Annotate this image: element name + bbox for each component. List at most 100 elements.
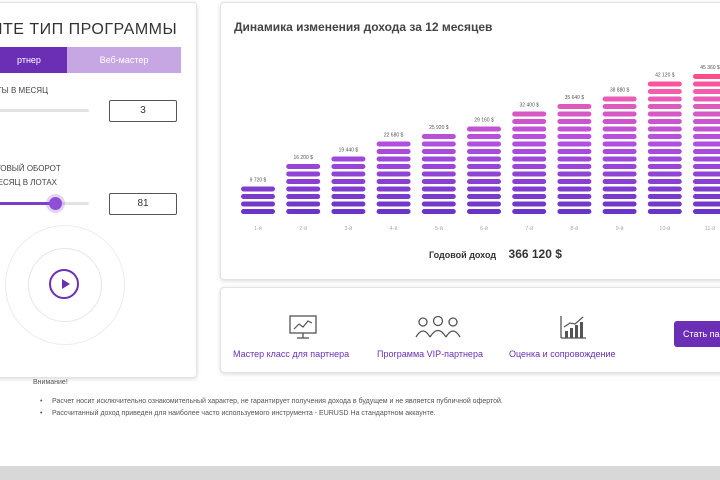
play-button[interactable] — [49, 269, 79, 299]
bar-stripe — [602, 171, 637, 177]
bar-stripe — [512, 141, 547, 147]
bar-stripe — [286, 209, 321, 214]
bar-stripe — [693, 164, 720, 169]
bar-stripe — [376, 186, 411, 192]
bar-stripe — [693, 111, 720, 117]
chart-screen-icon — [289, 315, 317, 339]
bar-month-7 — [512, 111, 547, 214]
bar-stripe — [557, 149, 592, 154]
bar-stripe — [421, 164, 456, 169]
bar-stripe — [602, 156, 637, 162]
annual-income-value: 366 120 $ — [508, 247, 562, 261]
bar-stripe — [331, 171, 366, 177]
bar-stripe — [693, 89, 720, 94]
bar-value-label: 9 720 $ — [250, 178, 267, 184]
bar-stripe — [376, 171, 411, 177]
bar-stripe — [557, 134, 592, 139]
clients-slider[interactable] — [0, 109, 89, 112]
bar-stripe — [467, 194, 501, 199]
bar-stripe — [693, 209, 720, 214]
bar-stripe — [647, 81, 682, 87]
page-footer-strip — [0, 466, 720, 480]
bar-stripe — [331, 179, 366, 184]
growth-chart-icon — [560, 316, 586, 339]
bar-stripe — [467, 179, 501, 184]
play-icon — [62, 279, 70, 289]
bar-stripe — [512, 179, 547, 184]
bar-stripe — [647, 209, 682, 214]
bar-stripe — [693, 74, 720, 79]
bar-stripe — [286, 186, 321, 192]
bar-stripe — [467, 156, 501, 162]
bar-stripe — [647, 186, 682, 192]
bar-stripe — [693, 171, 720, 177]
bar-stripe — [693, 149, 720, 154]
turnover-slider-fill — [0, 202, 55, 205]
bar-stripe — [602, 149, 637, 154]
bar-stripe — [647, 179, 682, 184]
bar-stripe — [512, 194, 547, 199]
bar-stripe — [331, 186, 366, 192]
income-bar-chart: 9 720 $ 1-й 16 200 $ 2-й 19 440 $ 3-й 22 680 $… — [241, 65, 720, 232]
bar-stripe — [241, 209, 275, 214]
become-partner-button[interactable]: Стать па — [674, 321, 720, 347]
bar-stripe — [693, 104, 720, 109]
bar-stripe — [647, 194, 682, 199]
note-item: Расчет носит исключительно ознакомительн… — [40, 396, 503, 408]
x-tick-label: 2-й — [299, 225, 307, 232]
bar-stripe — [421, 179, 456, 184]
notes-title: Внимание! — [33, 379, 68, 386]
feature-vip-program[interactable]: Программа VIP-партнера — [377, 349, 483, 359]
bar-stripe — [602, 141, 637, 147]
bar-stripe — [693, 194, 720, 199]
clients-value-input[interactable]: 3 — [109, 100, 177, 122]
bar-stripe — [512, 156, 547, 162]
bar-stripe — [467, 209, 501, 214]
x-tick-label: 8-й — [570, 225, 578, 232]
turnover-slider-knob[interactable] — [48, 197, 62, 210]
program-type-panel: ИТЕ ТИП ПРОГРАММЫ ртнер Веб-мастер НТЫ В… — [0, 2, 197, 378]
bar-stripe — [557, 156, 592, 162]
bar-stripe — [693, 141, 720, 147]
bar-stripe — [557, 104, 592, 109]
tab-partner[interactable]: ртнер — [0, 47, 67, 73]
bar-stripe — [647, 96, 682, 102]
x-tick-label: 10-й — [659, 225, 670, 232]
bar-stripe — [647, 104, 682, 109]
bar-stripe — [647, 141, 682, 147]
bar-month-4 — [376, 141, 411, 214]
bar-value-label: 22 680 $ — [384, 133, 404, 139]
income-chart-panel: Динамика изменения дохода за 12 месяцев … — [220, 2, 720, 280]
feature-support[interactable]: Оценка и сопровождение — [509, 349, 616, 359]
bar-stripe — [647, 119, 682, 124]
bar-stripe — [602, 111, 637, 117]
x-tick-label: 1-й — [254, 225, 262, 232]
turnover-slider[interactable] — [0, 197, 89, 210]
bar-stripe — [602, 179, 637, 184]
x-tick-label: 4-й — [390, 225, 398, 232]
tab-webmaster[interactable]: Веб-мастер — [67, 47, 181, 73]
turnover-value-input[interactable]: 81 — [109, 193, 177, 215]
bar-stripe — [602, 201, 637, 207]
feature-master-class[interactable]: Мастер класс для партнера — [233, 349, 349, 359]
bar-month-3 — [331, 156, 366, 214]
bar-stripe — [557, 171, 592, 177]
bar-stripe — [647, 89, 682, 94]
partner-features-panel: Мастер класс для партнера Программа VIP-… — [220, 287, 720, 373]
x-tick-label: 3-й — [344, 225, 352, 232]
bar-stripe — [286, 171, 321, 177]
bar-stripe — [557, 179, 592, 184]
bar-stripe — [647, 111, 682, 117]
x-tick-label: 9-й — [616, 225, 624, 232]
bar-stripe — [376, 209, 411, 214]
annual-income: Годовой доход 366 120 $ — [429, 245, 562, 263]
bar-value-label: 29 160 $ — [474, 118, 494, 124]
bar-stripe — [467, 126, 501, 132]
bar-stripe — [241, 194, 275, 199]
bar-month-11 — [693, 74, 720, 214]
bar-stripe — [693, 126, 720, 132]
bar-stripe — [512, 149, 547, 154]
bar-stripe — [421, 209, 456, 214]
bar-stripe — [467, 201, 501, 207]
bar-value-label: 32 400 $ — [519, 103, 539, 109]
